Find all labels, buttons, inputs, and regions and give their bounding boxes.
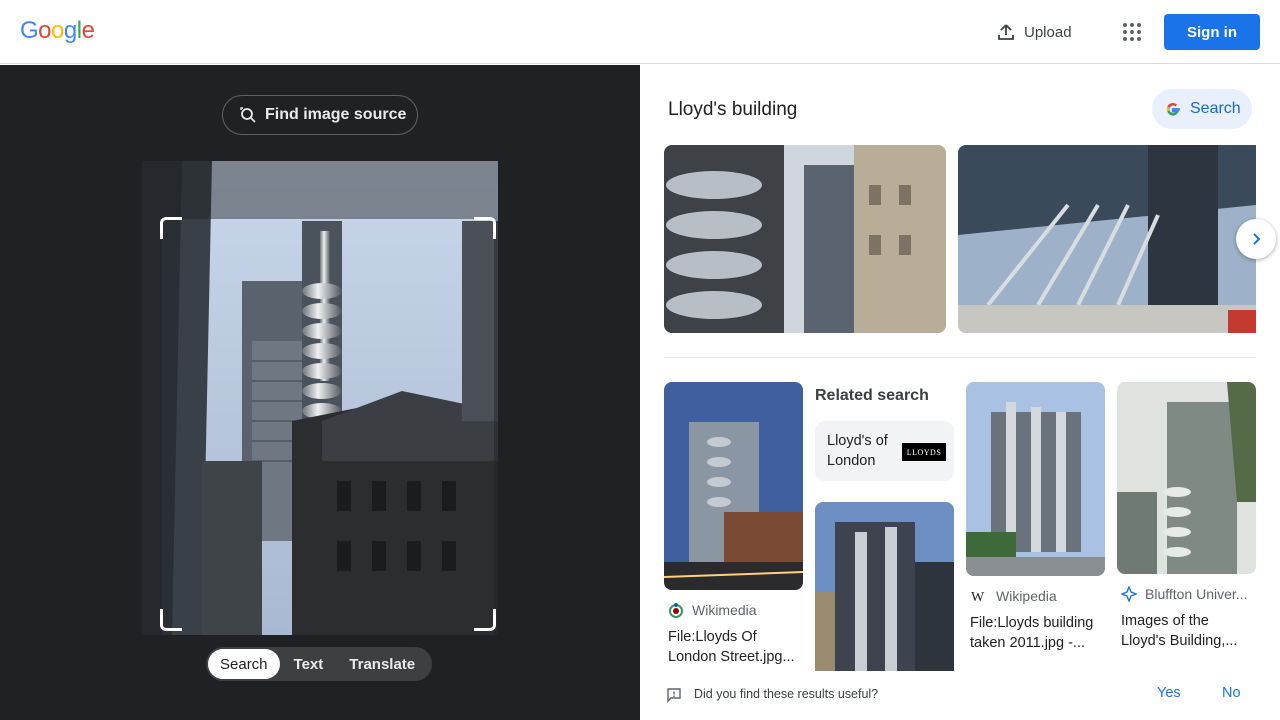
logo-letter: o [38, 17, 52, 44]
mode-switcher: Search Text Translate [206, 647, 432, 681]
google-search-button[interactable]: Search [1152, 89, 1252, 129]
related-search-card[interactable]: Lloyd's of London LLOYDS [815, 421, 954, 481]
wikimedia-icon [669, 603, 683, 618]
carousel-image[interactable] [664, 145, 946, 333]
crop-dim-left [142, 219, 162, 635]
result-source[interactable]: Bluffton Univer... [1121, 586, 1247, 602]
svg-text:W: W [971, 590, 985, 603]
results-panel: Lloyd's building Search Wikimedia File:L… [640, 65, 1280, 720]
lloyds-logo: LLOYDS [902, 443, 946, 461]
feedback-no-button[interactable]: No [1222, 685, 1241, 701]
sparkle-icon [1121, 586, 1137, 602]
logo-letter: G [20, 17, 39, 44]
logo-letter: o [51, 17, 64, 44]
find-image-source-button[interactable]: Find image source [222, 95, 418, 135]
result-title: Lloyd's building [668, 99, 798, 120]
result-image[interactable] [1117, 382, 1256, 574]
wikipedia-icon: W [971, 590, 985, 603]
logo-letter: e [81, 17, 95, 44]
apps-grid-icon[interactable] [1114, 14, 1150, 50]
result-caption[interactable]: File:Lloyds Of London Street.jpg... [668, 627, 803, 667]
top-bar: Google Upload Sign in [0, 0, 1280, 64]
related-search-heading: Related search [815, 387, 929, 404]
crop-dim-right [494, 219, 498, 635]
mode-search-tab[interactable]: Search [208, 649, 280, 679]
result-caption[interactable]: Images of the Lloyd's Building,... [1121, 611, 1256, 651]
result-source[interactable]: W Wikipedia [970, 588, 1057, 604]
upload-label: Upload [1024, 23, 1072, 41]
crop-handle-top-right[interactable] [474, 217, 496, 239]
carousel-image[interactable] [958, 145, 1256, 333]
crop-handle-top-left[interactable] [160, 217, 182, 239]
feedback-bar: Did you find these results useful? Yes N… [640, 671, 1280, 720]
feedback-yes-button[interactable]: Yes [1157, 685, 1181, 701]
crop-dim-top [142, 161, 498, 219]
related-search-label: Lloyd's of London [827, 433, 888, 469]
image-search-icon [240, 107, 256, 123]
mode-text-tab[interactable]: Text [282, 649, 336, 679]
upload-button[interactable]: Upload [986, 14, 1082, 50]
result-image[interactable] [664, 382, 803, 590]
result-source[interactable]: Wikimedia [668, 602, 757, 618]
result-image[interactable] [815, 502, 954, 672]
section-divider [664, 357, 1256, 358]
feedback-icon [667, 688, 681, 703]
google-logo[interactable]: Google [20, 17, 95, 45]
source-name: Bluffton Univer... [1145, 586, 1248, 602]
feedback-question: Did you find these results useful? [694, 687, 879, 701]
logo-letter: g [63, 17, 77, 44]
query-image[interactable] [142, 161, 498, 635]
sign-in-button[interactable]: Sign in [1164, 14, 1260, 50]
search-button-label: Search [1190, 100, 1241, 117]
source-name: Wikipedia [996, 588, 1057, 604]
find-image-source-label: Find image source [265, 106, 407, 123]
source-name: Wikimedia [692, 602, 757, 618]
carousel-next-button[interactable] [1236, 219, 1276, 259]
crop-handle-bottom-right[interactable] [474, 609, 496, 631]
google-g-icon [1166, 103, 1180, 116]
result-caption[interactable]: File:Lloyds building taken 2011.jpg -... [970, 613, 1105, 653]
chevron-right-icon [1253, 233, 1261, 245]
mode-translate-tab[interactable]: Translate [337, 649, 427, 679]
crop-handle-bottom-left[interactable] [160, 609, 182, 631]
upload-icon [998, 24, 1014, 40]
query-image-panel: Find image source Search Text Translate [0, 65, 640, 720]
result-image[interactable] [966, 382, 1105, 576]
